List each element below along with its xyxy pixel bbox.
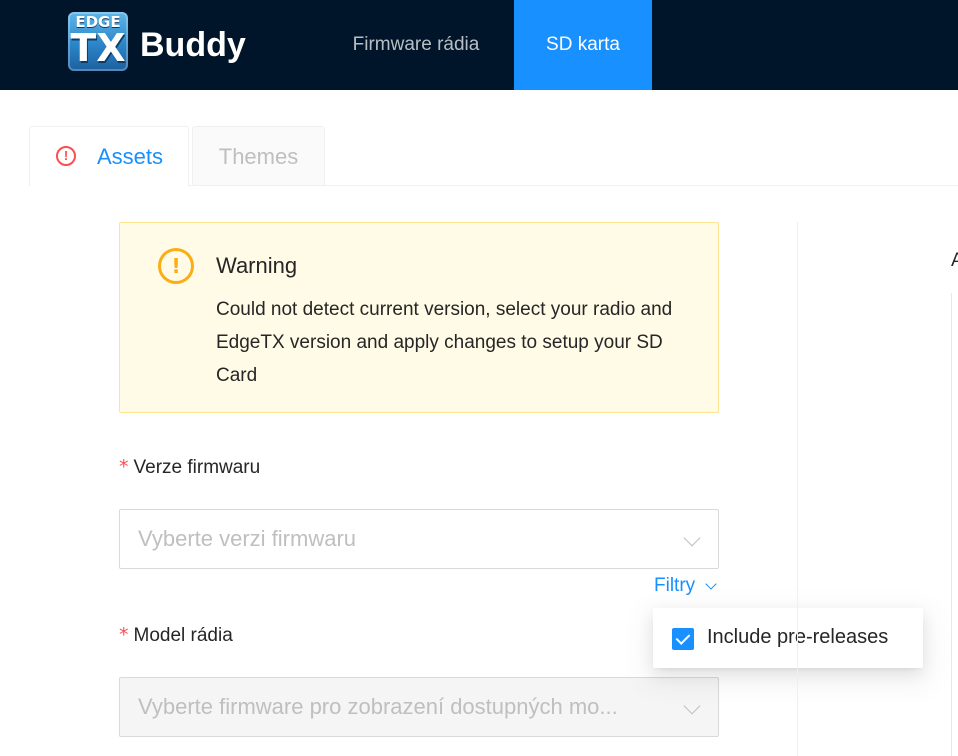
filters-link[interactable]: Filtry (654, 575, 695, 597)
required-mark: * (119, 624, 129, 646)
edgetx-logo: EDGE TX (68, 12, 128, 71)
radio-model-select: Vyberte firmware pro zobrazení dostupnýc… (119, 677, 719, 737)
exclamation-circle-icon: ! (56, 146, 76, 166)
warning-icon: ! (158, 248, 194, 284)
right-panel-border (951, 293, 952, 756)
firmware-version-select[interactable]: Vyberte verzi firmwaru (119, 509, 719, 569)
alert-title: Warning (216, 253, 298, 278)
tab-themes[interactable]: Themes (192, 126, 325, 185)
nav-firmware-radia[interactable]: Firmware rádia (330, 0, 502, 90)
filters-dropdown: Include pre-releases (653, 608, 923, 668)
alert-description: Could not detect current version, select… (216, 299, 673, 386)
logo-tx-text: TX (70, 26, 126, 70)
firmware-version-placeholder: Vyberte verzi firmwaru (138, 526, 357, 551)
chevron-down-icon (683, 529, 701, 547)
chevron-down-icon[interactable] (705, 578, 717, 590)
radio-model-label: * Model rádia (119, 624, 233, 647)
radio-model-label-text: Model rádia (133, 625, 233, 646)
right-panel-heading: A (951, 250, 958, 271)
radio-model-placeholder: Vyberte firmware pro zobrazení dostupnýc… (138, 694, 618, 719)
tab-assets[interactable]: ! Assets (29, 126, 189, 186)
nav-sd-karta[interactable]: SD karta (514, 0, 652, 90)
warning-alert: ! Warning Could not detect current versi… (119, 222, 719, 413)
chevron-down-icon (683, 697, 701, 715)
firmware-version-label-text: Verze firmwaru (133, 457, 261, 478)
app-title: Buddy (140, 26, 246, 64)
required-mark: * (119, 456, 129, 478)
app-header: EDGE TX Buddy Firmware rádia SD karta (0, 0, 958, 90)
firmware-version-label: * Verze firmwaru (119, 456, 260, 479)
vertical-divider (797, 222, 798, 756)
include-prereleases-checkbox[interactable] (672, 628, 694, 650)
tab-assets-label: Assets (97, 144, 164, 169)
